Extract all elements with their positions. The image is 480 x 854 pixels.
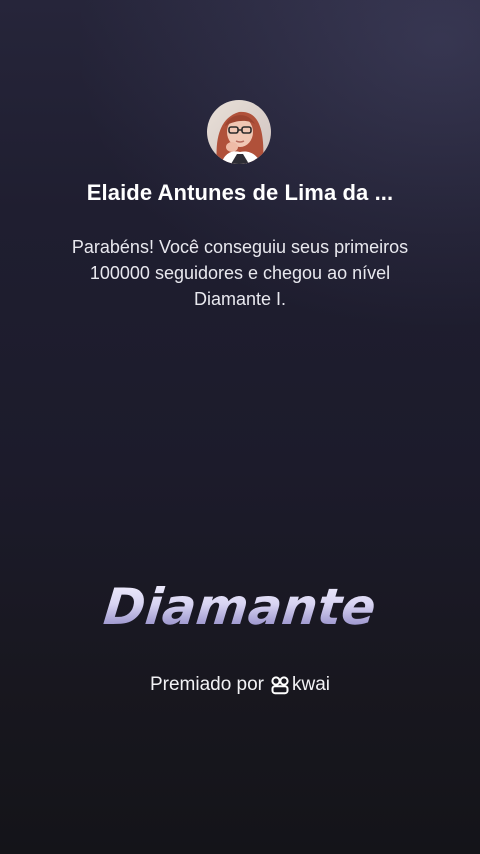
- kwai-logo-icon: [271, 676, 289, 695]
- awarded-by: Premiado por kwai: [0, 674, 480, 696]
- brand-name: kwai: [292, 674, 331, 695]
- user-name: Elaide Antunes de Lima da ...: [86, 180, 394, 205]
- achievement-screen: Elaide Antunes de Lima da ... Parabéns! …: [0, 0, 480, 854]
- avatar[interactable]: [207, 100, 271, 164]
- kwai-brand: kwai: [270, 674, 330, 696]
- profile-photo-icon: [207, 100, 271, 164]
- level-title: Diamante: [101, 578, 379, 636]
- level-badge: Diamante: [0, 578, 480, 636]
- awarded-prefix: Premiado por: [149, 674, 265, 695]
- congratulations-message: Parabéns! Você conseguiu seus primeiros …: [71, 237, 409, 309]
